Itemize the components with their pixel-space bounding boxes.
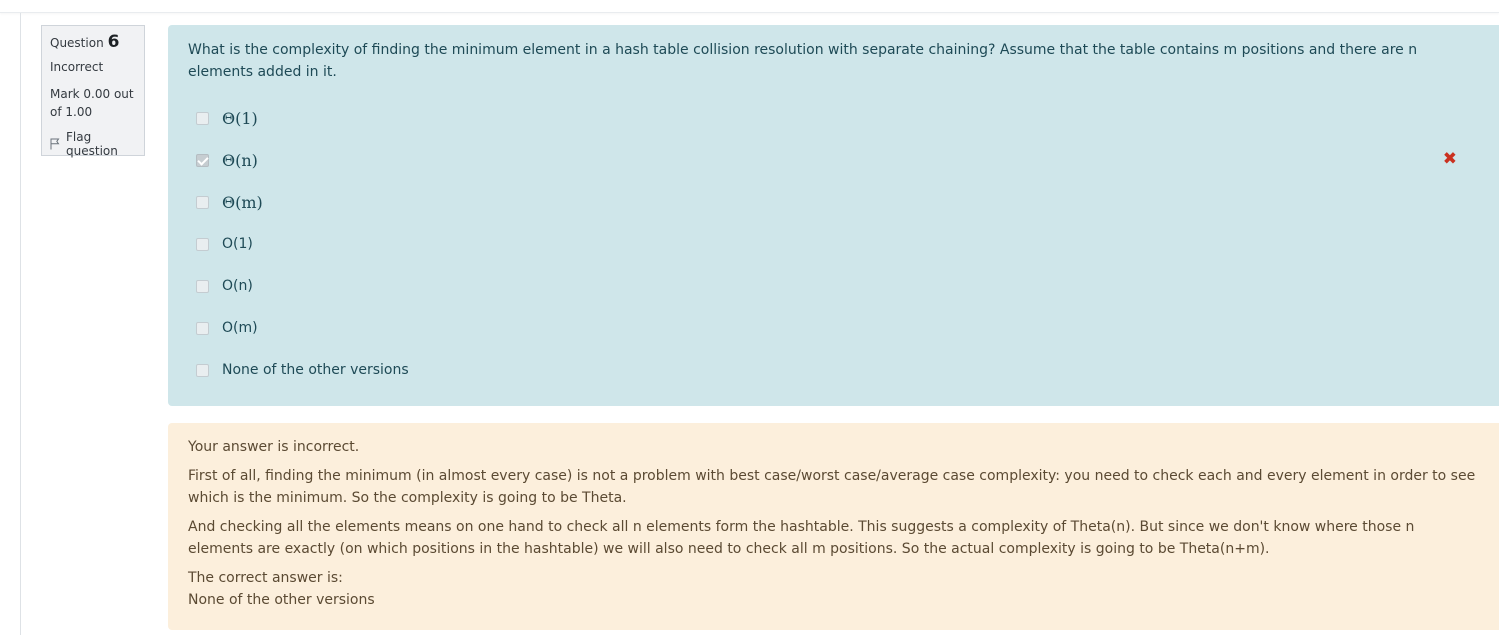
correct-answer-label: The correct answer is: [188, 570, 343, 586]
answer-label: Θ(m) [222, 192, 263, 212]
feedback-paragraph: And checking all the elements means on o… [188, 519, 1415, 557]
correct-answer: The correct answer is: None of the other… [188, 567, 1479, 611]
answer-checkbox[interactable] [196, 363, 209, 377]
question-number-value: 6 [107, 32, 120, 52]
flag-question-label: Flag question [66, 130, 118, 158]
answer-option-o-m[interactable]: O(m) [188, 307, 1479, 349]
answer-option-theta-n[interactable]: Θ(n) ✖ [188, 139, 1479, 181]
answer-option-o-1[interactable]: O(1) [188, 223, 1479, 265]
answer-label: O(1) [222, 236, 253, 252]
question-grade: Mark 0.00 out of 1.00 [50, 87, 134, 119]
feedback-paragraph: First of all, finding the minimum (in al… [188, 468, 1476, 506]
answer-label: O(n) [222, 278, 253, 294]
answer-checkbox[interactable] [196, 279, 209, 293]
answer-option-theta-1[interactable]: Θ(1) [188, 97, 1479, 139]
answer-label: Θ(1) [222, 108, 258, 128]
question-text: What is the complexity of finding the mi… [188, 42, 1418, 80]
flag-question-button[interactable]: Flag question [50, 130, 136, 158]
incorrect-icon: ✖ [1442, 149, 1457, 169]
answer-label: Θ(n) [222, 150, 258, 170]
top-bar [0, 0, 1499, 13]
answer-label: O(m) [222, 320, 258, 336]
answer-checkbox[interactable] [196, 237, 209, 251]
answer-checkbox[interactable] [196, 321, 209, 335]
question-info-panel: Question 6 Incorrect Mark 0.00 out of 1.… [41, 25, 145, 158]
question-label: Question [50, 36, 104, 50]
question-number: Question 6 [50, 32, 136, 52]
answer-option-none[interactable]: None of the other versions [188, 349, 1479, 391]
answer-checkbox[interactable] [196, 195, 209, 209]
flag-icon [50, 138, 60, 150]
answer-checkbox-checked[interactable] [196, 153, 209, 167]
answer-checkbox[interactable] [196, 111, 209, 125]
answer-label: None of the other versions [222, 362, 409, 378]
answer-option-o-n[interactable]: O(n) [188, 265, 1479, 307]
answer-options: Θ(1) Θ(n) ✖ Θ(m) O(1) O(n) O(m) None of … [188, 97, 1479, 391]
question-formulation: What is the complexity of finding the mi… [168, 25, 1499, 406]
left-divider [20, 13, 21, 635]
feedback-result: Your answer is incorrect. [188, 439, 360, 455]
correct-answer-value: None of the other versions [188, 592, 375, 608]
answer-option-theta-m[interactable]: Θ(m) [188, 181, 1479, 223]
question-state: Incorrect [50, 60, 104, 74]
feedback-panel: Your answer is incorrect. First of all, … [168, 423, 1499, 630]
